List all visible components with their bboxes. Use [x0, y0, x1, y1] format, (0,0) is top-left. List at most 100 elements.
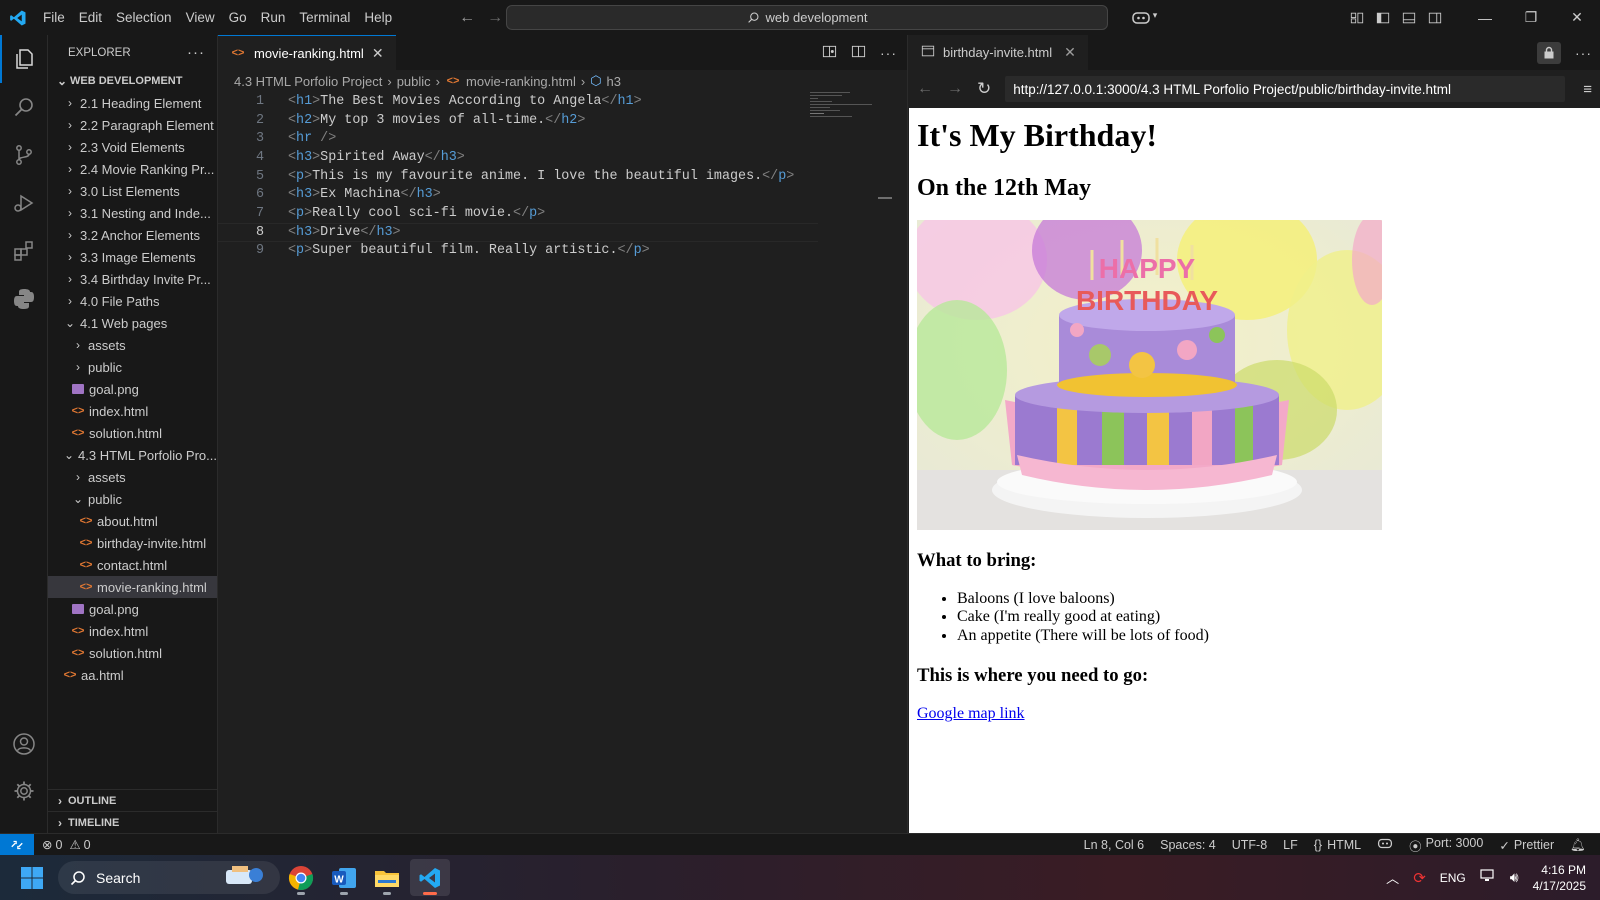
tree-file[interactable]: <> about.html: [48, 510, 217, 532]
menu-help[interactable]: Help: [357, 0, 399, 35]
explorer-icon[interactable]: [0, 35, 48, 83]
word-app-icon[interactable]: W: [324, 859, 364, 896]
extensions-icon[interactable]: [0, 227, 48, 275]
tree-file[interactable]: goal.png: [48, 378, 217, 400]
vscode-app-icon[interactable]: [410, 859, 450, 896]
more-actions-icon[interactable]: ···: [1575, 45, 1592, 61]
back-arrow-icon[interactable]: ←: [459, 9, 475, 27]
more-actions-icon[interactable]: ···: [187, 44, 205, 61]
menu-go[interactable]: Go: [222, 0, 254, 35]
network-icon[interactable]: [1480, 869, 1496, 886]
toggle-secondary-sidebar-icon[interactable]: [1422, 11, 1448, 25]
lock-icon[interactable]: [1537, 41, 1561, 64]
breadcrumb-item[interactable]: movie-ranking.html: [466, 74, 576, 89]
end-of-line[interactable]: LF: [1283, 838, 1298, 852]
outline-section[interactable]: › OUTLINE: [48, 789, 217, 811]
tree-folder[interactable]: › 2.4 Movie Ranking Pr...: [48, 158, 217, 180]
forward-arrow-icon[interactable]: →: [487, 9, 503, 27]
breadcrumb-item[interactable]: 4.3 HTML Porfolio Project: [234, 74, 382, 89]
source-control-icon[interactable]: [0, 131, 48, 179]
tree-folder[interactable]: ⌄ public: [48, 488, 217, 510]
indentation[interactable]: Spaces: 4: [1160, 838, 1216, 852]
accounts-icon[interactable]: [0, 720, 48, 768]
tab-movie-ranking[interactable]: <> movie-ranking.html ✕: [218, 35, 396, 70]
tree-file[interactable]: <> birthday-invite.html: [48, 532, 217, 554]
tree-folder[interactable]: ⌄ 4.1 Web pages: [48, 312, 217, 334]
restore-button[interactable]: ❐: [1508, 0, 1554, 35]
tree-folder[interactable]: › assets: [48, 334, 217, 356]
tree-file[interactable]: goal.png: [48, 598, 217, 620]
close-tab-icon[interactable]: ✕: [372, 45, 384, 62]
timeline-section[interactable]: › TIMELINE: [48, 811, 217, 833]
code-line[interactable]: 8 <h3>Drive</h3>: [218, 222, 818, 242]
toggle-sidebar-icon[interactable]: [1370, 11, 1396, 25]
code-line[interactable]: 5 <p>This is my favourite anime. I love t…: [218, 167, 818, 186]
tab-birthday-invite[interactable]: birthday-invite.html ✕: [909, 35, 1088, 70]
close-tab-icon[interactable]: ✕: [1064, 44, 1076, 61]
menu-icon[interactable]: ≡: [1583, 81, 1592, 98]
chrome-app-icon[interactable]: [281, 859, 321, 896]
tree-file[interactable]: <> solution.html: [48, 642, 217, 664]
google-map-link[interactable]: Google map link: [917, 705, 1025, 723]
input-language[interactable]: ENG: [1440, 871, 1466, 885]
menu-view[interactable]: View: [179, 0, 222, 35]
tree-folder[interactable]: › public: [48, 356, 217, 378]
split-editor-icon[interactable]: [851, 44, 866, 62]
chevron-up-icon[interactable]: ︿: [1386, 868, 1399, 887]
tree-file[interactable]: <> aa.html: [48, 664, 217, 686]
open-preview-icon[interactable]: [822, 44, 837, 62]
back-arrow-icon[interactable]: ←: [917, 80, 933, 98]
code-line[interactable]: 7 <p>Really cool sci-fi movie.</p>: [218, 204, 818, 223]
tree-file[interactable]: <> contact.html: [48, 554, 217, 576]
copilot-status-icon[interactable]: [1377, 837, 1393, 853]
tree-folder[interactable]: › 4.0 File Paths: [48, 290, 217, 312]
tree-folder[interactable]: › 3.0 List Elements: [48, 180, 217, 202]
toggle-panel-icon[interactable]: [1396, 11, 1422, 25]
tree-folder[interactable]: › 2.2 Paragraph Element: [48, 114, 217, 136]
live-server-port[interactable]: ⦿ Port: 3000: [1409, 836, 1483, 855]
close-window-button[interactable]: ✕: [1554, 0, 1600, 35]
code-editor[interactable]: 1 <h1>The Best Movies According to Angela…: [218, 92, 818, 260]
search-activity-icon[interactable]: [0, 83, 48, 131]
clock[interactable]: 4:16 PM 4/17/2025: [1533, 862, 1586, 894]
command-center[interactable]: web development: [506, 5, 1108, 30]
tree-folder[interactable]: › 3.3 Image Elements: [48, 246, 217, 268]
volume-icon[interactable]: 🔊︎: [1510, 869, 1519, 886]
tree-folder[interactable]: › assets: [48, 466, 217, 488]
code-line[interactable]: 3 <hr />: [218, 129, 818, 148]
file-explorer-app-icon[interactable]: [367, 859, 407, 896]
minimap[interactable]: [810, 90, 880, 120]
tree-folder[interactable]: › 3.4 Birthday Invite Pr...: [48, 268, 217, 290]
tree-folder[interactable]: › 3.2 Anchor Elements: [48, 224, 217, 246]
menu-edit[interactable]: Edit: [72, 0, 109, 35]
problems-indicator[interactable]: ⊗ 0 ⚠ 0: [42, 837, 91, 853]
run-debug-icon[interactable]: [0, 179, 48, 227]
prettier-status[interactable]: ✓ Prettier: [1499, 838, 1554, 853]
tree-folder[interactable]: › 2.1 Heading Element: [48, 92, 217, 114]
code-line[interactable]: 2 <h2>My top 3 movies of all-time.</h2>: [218, 111, 818, 130]
code-line[interactable]: 6 <h3>Ex Machina</h3>: [218, 185, 818, 204]
menu-selection[interactable]: Selection: [109, 0, 179, 35]
settings-gear-icon[interactable]: [0, 767, 48, 815]
taskbar-search[interactable]: Search: [58, 861, 280, 894]
forward-arrow-icon[interactable]: →: [947, 80, 963, 98]
reload-icon[interactable]: ↻: [977, 79, 991, 99]
menu-terminal[interactable]: Terminal: [292, 0, 357, 35]
tree-file[interactable]: <> index.html: [48, 620, 217, 642]
python-icon[interactable]: [0, 275, 48, 323]
menu-file[interactable]: File: [36, 0, 72, 35]
code-line[interactable]: 9 <p>Super beautiful film. Really artisti…: [218, 242, 818, 261]
code-line[interactable]: 1 <h1>The Best Movies According to Angela…: [218, 92, 818, 111]
menu-run[interactable]: Run: [254, 0, 293, 35]
sync-icon[interactable]: ⟳: [1413, 869, 1426, 887]
tree-file[interactable]: <> movie-ranking.html: [48, 576, 217, 598]
code-line[interactable]: 4 <h3>Spirited Away</h3>: [218, 148, 818, 167]
notifications-bell-icon[interactable]: 🔔︎: [1570, 838, 1586, 853]
layout-customize-icon[interactable]: [1344, 11, 1370, 25]
start-button[interactable]: [12, 859, 52, 896]
encoding[interactable]: UTF-8: [1232, 838, 1267, 852]
tree-file[interactable]: <> index.html: [48, 400, 217, 422]
cursor-position[interactable]: Ln 8, Col 6: [1084, 838, 1144, 852]
tree-folder[interactable]: ⌄ 4.3 HTML Porfolio Pro...: [48, 444, 217, 466]
minimize-button[interactable]: —: [1462, 0, 1508, 35]
